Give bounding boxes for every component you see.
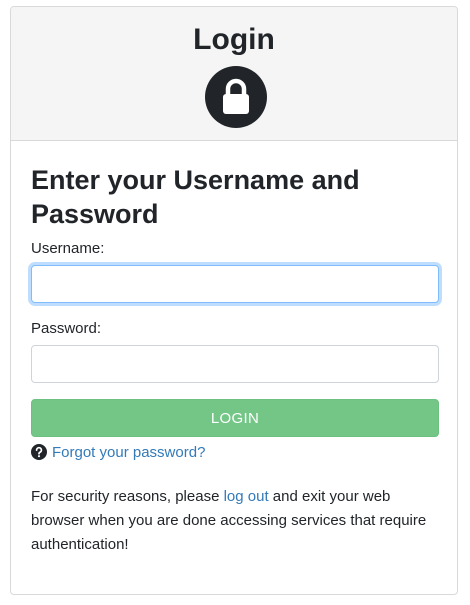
logout-link[interactable]: log out	[224, 488, 269, 505]
card-body: Enter your Username and Password Usernam…	[11, 141, 457, 557]
login-card: Login Enter your Username and Password U…	[10, 6, 458, 595]
form-heading: Enter your Username and Password	[31, 165, 360, 229]
card-header: Login	[11, 7, 457, 141]
password-input[interactable]	[31, 345, 439, 383]
page-title: Login	[193, 23, 275, 56]
forgot-password-link[interactable]: Forgot your password?	[52, 444, 205, 461]
password-label: Password:	[31, 320, 102, 337]
username-label: Username:	[31, 240, 105, 257]
security-note-text-before: For security reasons, please	[31, 488, 224, 505]
lock-icon	[205, 66, 267, 128]
security-note: For security reasons, please log out and…	[31, 485, 431, 557]
login-button[interactable]: LOGIN	[31, 399, 439, 437]
question-circle-icon	[31, 444, 47, 460]
forgot-password-row: Forgot your password?	[31, 441, 437, 463]
username-input[interactable]	[31, 265, 439, 303]
